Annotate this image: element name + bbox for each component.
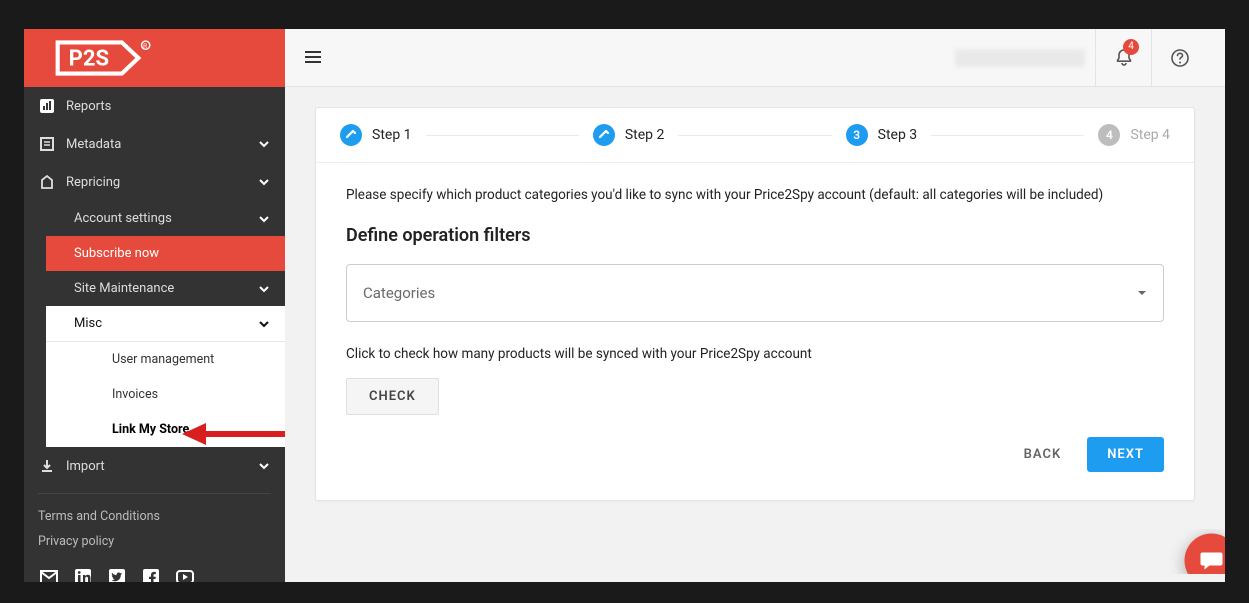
svg-text:R: R	[143, 42, 147, 50]
link-terms[interactable]: Terms and Conditions	[38, 504, 271, 529]
chevron-down-icon	[257, 317, 271, 331]
twitter-icon[interactable]	[106, 566, 128, 582]
step-3[interactable]: 3 Step 3	[846, 124, 918, 146]
step-4: 4 Step 4	[1098, 124, 1170, 146]
stepper: Step 1 Step 2 3 Step 3	[316, 108, 1194, 163]
svg-text:P2S: P2S	[69, 46, 109, 71]
back-button[interactable]: BACK	[1012, 437, 1074, 472]
notifications-button[interactable]: 4	[1095, 29, 1151, 87]
notification-badge: 4	[1123, 39, 1139, 55]
main-area: 4 Step 1	[285, 29, 1225, 582]
sidebar-label: Account settings	[74, 211, 257, 226]
sidebar-label: Subscribe now	[74, 246, 271, 261]
topbar: 4	[285, 29, 1225, 87]
categories-select[interactable]: Categories	[346, 264, 1164, 322]
chat-icon	[1199, 548, 1225, 574]
help-button[interactable]	[1151, 29, 1207, 87]
step-current-icon: 3	[846, 124, 868, 146]
chat-widget-button[interactable]	[1185, 534, 1226, 575]
sidebar-item-link-my-store[interactable]: Link My Store	[46, 412, 285, 447]
sidebar-label: Misc	[74, 316, 257, 331]
step-pending-icon: 4	[1098, 124, 1120, 146]
repricing-icon	[38, 173, 56, 191]
import-icon	[38, 457, 56, 475]
next-button[interactable]: NEXT	[1087, 437, 1164, 472]
chevron-down-icon	[257, 459, 271, 473]
linkedin-icon[interactable]	[72, 566, 94, 582]
social-icons	[24, 560, 285, 582]
sidebar-item-invoices[interactable]: Invoices	[46, 377, 285, 412]
sidebar: P2S R Reports Metadata	[24, 29, 285, 582]
step-done-icon	[340, 124, 362, 146]
mail-icon[interactable]	[38, 566, 60, 582]
sidebar-item-user-management[interactable]: User management	[46, 342, 285, 377]
sidebar-label: Reports	[66, 99, 271, 114]
hamburger-icon[interactable]	[303, 47, 325, 69]
sidebar-label: Import	[66, 459, 257, 474]
hint-text: Click to check how many products will be…	[346, 346, 1164, 362]
sidebar-label: Repricing	[66, 175, 257, 190]
youtube-icon[interactable]	[174, 566, 196, 582]
sidebar-label: Site Maintenance	[74, 281, 257, 296]
step-separator	[678, 135, 831, 136]
step-label: Step 1	[372, 127, 412, 143]
reports-icon	[38, 97, 56, 115]
brand-logo[interactable]: P2S R	[24, 29, 285, 87]
step-label: Step 3	[878, 127, 918, 143]
check-button[interactable]: CHECK	[346, 378, 439, 415]
sidebar-item-metadata[interactable]: Metadata	[24, 125, 285, 163]
step-label: Step 2	[625, 127, 665, 143]
wizard-card: Step 1 Step 2 3 Step 3	[315, 107, 1195, 501]
step-2[interactable]: Step 2	[593, 124, 665, 146]
step-label: Step 4	[1130, 127, 1170, 143]
select-placeholder: Categories	[363, 284, 435, 302]
help-icon	[1170, 48, 1190, 68]
sidebar-item-misc[interactable]: Misc	[46, 306, 285, 342]
step-done-icon	[593, 124, 615, 146]
sidebar-item-subscribe[interactable]: Subscribe now	[46, 236, 285, 271]
link-privacy[interactable]: Privacy policy	[38, 529, 271, 554]
metadata-icon	[38, 135, 56, 153]
step-1[interactable]: Step 1	[340, 124, 412, 146]
sidebar-label: Metadata	[66, 137, 257, 152]
chevron-down-icon	[257, 212, 271, 226]
sidebar-item-import[interactable]: Import	[24, 447, 285, 485]
caret-down-icon	[1137, 288, 1147, 298]
step-separator	[931, 135, 1084, 136]
sidebar-item-reports[interactable]: Reports	[24, 87, 285, 125]
section-title: Define operation filters	[346, 225, 1164, 246]
facebook-icon[interactable]	[140, 566, 162, 582]
sidebar-item-account-settings[interactable]: Account settings	[46, 201, 285, 236]
intro-text: Please specify which product categories …	[346, 187, 1164, 203]
sidebar-item-repricing[interactable]: Repricing	[24, 163, 285, 201]
chevron-down-icon	[257, 137, 271, 151]
sidebar-item-site-maintenance[interactable]: Site Maintenance	[46, 271, 285, 306]
chevron-down-icon	[257, 282, 271, 296]
user-name-blurred[interactable]	[955, 49, 1085, 67]
chevron-down-icon	[257, 175, 271, 189]
step-separator	[426, 135, 579, 136]
